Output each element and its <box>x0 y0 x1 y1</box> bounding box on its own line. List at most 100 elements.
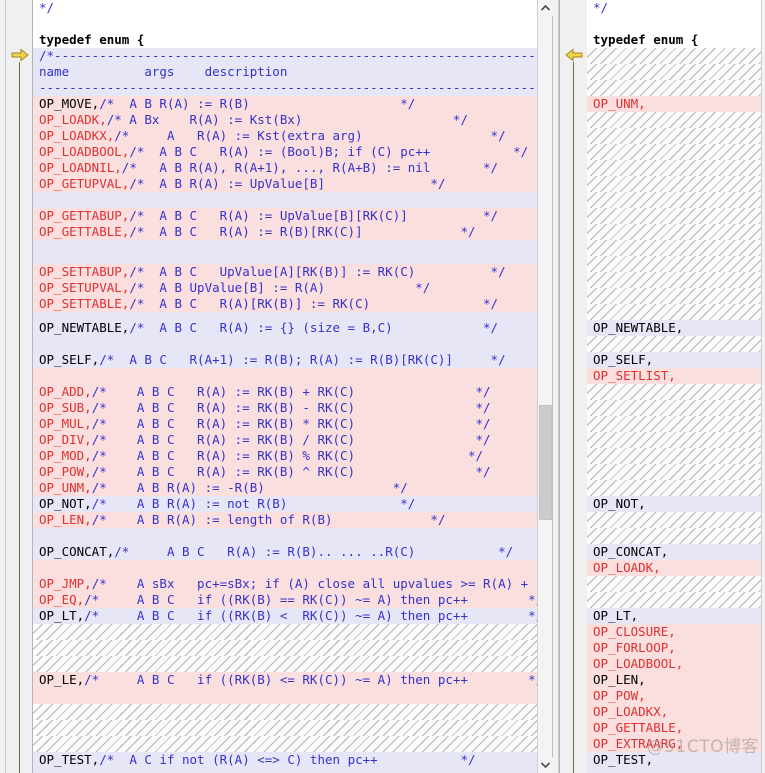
code-line[interactable]: OP_LT,/* A B C if ((RK(B) < RK(C)) ~= A)… <box>33 608 537 624</box>
code-line[interactable] <box>33 656 537 672</box>
code-line[interactable]: OP_GETUPVAL,/* A B R(A) := UpValue[B] */ <box>33 176 537 192</box>
code-line[interactable] <box>587 384 765 400</box>
code-line[interactable] <box>33 192 537 208</box>
right-code-surface[interactable]: */typedef enum {OP_UNM,OP_NEWTABLE,OP_SE… <box>587 0 765 773</box>
code-line[interactable] <box>587 192 765 208</box>
code-line[interactable]: */ <box>33 0 537 16</box>
code-line[interactable]: OP_MOVE,/* A B R(A) := R(B) */ <box>33 96 537 112</box>
code-line[interactable] <box>33 768 537 773</box>
code-line[interactable] <box>33 720 537 736</box>
code-line[interactable] <box>587 112 765 128</box>
code-line[interactable] <box>587 464 765 480</box>
code-line[interactable]: OP_LOADBOOL,/* A B C R(A) := (Bool)B; if… <box>33 144 537 160</box>
code-line[interactable]: OP_LEN,/* A B R(A) := length of R(B) */ <box>33 512 537 528</box>
code-line[interactable]: OP_GETTABUP,/* A B C R(A) := UpValue[B][… <box>33 208 537 224</box>
code-line[interactable] <box>587 224 765 240</box>
chevron-down-icon[interactable] <box>538 757 553 773</box>
code-line[interactable]: OP_NOT, <box>587 496 765 512</box>
left-vertical-scrollbar[interactable] <box>537 0 553 773</box>
code-line[interactable] <box>33 528 537 544</box>
code-line[interactable]: OP_LOADBOOL, <box>587 656 765 672</box>
code-line[interactable] <box>587 16 765 32</box>
code-line[interactable] <box>587 528 765 544</box>
code-line[interactable]: OP_SUB,/* A B C R(A) := RK(B) - RK(C) */ <box>33 400 537 416</box>
code-line[interactable]: OP_SELF,/* A B C R(A+1) := R(B); R(A) :=… <box>33 352 537 368</box>
code-line[interactable]: OP_POW, <box>587 688 765 704</box>
code-line[interactable]: OP_JMP,/* A sBx pc+=sBx; if (A) close al… <box>33 576 537 592</box>
code-line[interactable]: /*--------------------------------------… <box>33 48 537 64</box>
code-line[interactable]: OP_EQ,/* A B C if ((RK(B) == RK(C)) ~= A… <box>33 592 537 608</box>
code-line[interactable] <box>587 288 765 304</box>
code-line[interactable]: OP_SELF, <box>587 352 765 368</box>
code-line[interactable]: OP_CONCAT, <box>587 544 765 560</box>
code-line[interactable]: */ <box>587 0 765 16</box>
code-line[interactable]: OP_CLOSURE, <box>587 624 765 640</box>
code-line[interactable] <box>33 640 537 656</box>
code-line[interactable]: ----------------------------------------… <box>33 80 537 96</box>
code-line[interactable] <box>33 624 537 640</box>
code-line[interactable]: OP_SETTABLE,/* A B C R(A)[RK(B)] := RK(C… <box>33 296 537 312</box>
code-line[interactable]: OP_TEST,/* A C if not (R(A) <=> C) then … <box>33 752 537 768</box>
code-line[interactable]: OP_LE,/* A B C if ((RK(B) <= RK(C)) ~= A… <box>33 672 537 688</box>
code-line[interactable]: OP_POW,/* A B C R(A) := RK(B) ^ RK(C) */ <box>33 464 537 480</box>
code-line[interactable] <box>587 480 765 496</box>
code-line[interactable] <box>587 592 765 608</box>
code-line[interactable] <box>33 368 537 384</box>
code-line[interactable]: OP_LOADK,/* A Bx R(A) := Kst(Bx) */ <box>33 112 537 128</box>
code-line[interactable] <box>33 16 537 32</box>
code-line[interactable] <box>33 560 537 576</box>
code-line[interactable] <box>33 688 537 704</box>
code-line[interactable]: OP_SETTABUP,/* A B C UpValue[A][RK(B)] :… <box>33 264 537 280</box>
right-change-gutter[interactable] <box>559 0 587 773</box>
code-line[interactable] <box>587 432 765 448</box>
code-line[interactable] <box>587 176 765 192</box>
code-line[interactable] <box>587 768 765 773</box>
code-line[interactable]: OP_ADD,/* A B C R(A) := RK(B) + RK(C) */ <box>33 384 537 400</box>
scrollbar-thumb[interactable] <box>539 405 552 520</box>
code-line[interactable]: OP_GETTABLE, <box>587 720 765 736</box>
code-line[interactable] <box>587 208 765 224</box>
code-line[interactable]: typedef enum { <box>33 32 537 48</box>
code-line[interactable]: OP_NOT,/* A B R(A) := not R(B) */ <box>33 496 537 512</box>
code-line[interactable]: OP_MUL,/* A B C R(A) := RK(B) * RK(C) */ <box>33 416 537 432</box>
code-line[interactable] <box>587 336 765 352</box>
code-line[interactable] <box>33 736 537 752</box>
code-line[interactable]: OP_LOADKX,/* A R(A) := Kst(extra arg) */ <box>33 128 537 144</box>
code-line[interactable] <box>587 48 765 64</box>
code-line[interactable]: OP_CONCAT,/* A B C R(A) := R(B).. ... ..… <box>33 544 537 560</box>
code-line[interactable] <box>587 576 765 592</box>
code-line[interactable] <box>587 512 765 528</box>
code-line[interactable] <box>587 304 765 320</box>
code-line[interactable]: OP_NEWTABLE,/* A B C R(A) := {} (size = … <box>33 320 537 336</box>
left-code-surface[interactable]: */ typedef enum {/*----------------------… <box>33 0 537 773</box>
code-line[interactable]: OP_SETUPVAL,/* A B UpValue[B] := R(A) */ <box>33 280 537 296</box>
code-line[interactable]: OP_SETLIST, <box>587 368 765 384</box>
code-line[interactable]: OP_UNM,/* A B R(A) := -R(B) */ <box>33 480 537 496</box>
code-line[interactable]: OP_LOADKX, <box>587 704 765 720</box>
code-line[interactable] <box>587 64 765 80</box>
arrow-right-icon[interactable] <box>11 48 29 62</box>
code-line[interactable]: OP_MOD,/* A B C R(A) := RK(B) % RK(C) */ <box>33 448 537 464</box>
code-line[interactable] <box>587 272 765 288</box>
code-line[interactable]: OP_LEN, <box>587 672 765 688</box>
code-line[interactable] <box>587 160 765 176</box>
code-line[interactable] <box>587 240 765 256</box>
code-line[interactable]: OP_LOADNIL,/* A B R(A), R(A+1), ..., R(A… <box>33 160 537 176</box>
code-line[interactable] <box>33 704 537 720</box>
code-line[interactable] <box>587 416 765 432</box>
code-line[interactable]: OP_NEWTABLE, <box>587 320 765 336</box>
code-line[interactable]: OP_EXTRAARG, <box>587 736 765 752</box>
code-line[interactable]: typedef enum { <box>587 32 765 48</box>
code-line[interactable] <box>587 256 765 272</box>
code-line[interactable] <box>587 80 765 96</box>
code-line[interactable] <box>587 128 765 144</box>
arrow-left-icon[interactable] <box>565 48 583 62</box>
chevron-up-icon[interactable] <box>538 0 553 16</box>
code-line[interactable] <box>33 336 537 352</box>
code-line[interactable]: OP_TEST, <box>587 752 765 768</box>
left-change-gutter[interactable] <box>6 0 33 773</box>
code-line[interactable] <box>33 240 537 256</box>
code-line[interactable]: OP_LOADK, <box>587 560 765 576</box>
code-line[interactable]: OP_GETTABLE,/* A B C R(A) := R(B)[RK(C)]… <box>33 224 537 240</box>
code-line[interactable]: OP_DIV,/* A B C R(A) := RK(B) / RK(C) */ <box>33 432 537 448</box>
